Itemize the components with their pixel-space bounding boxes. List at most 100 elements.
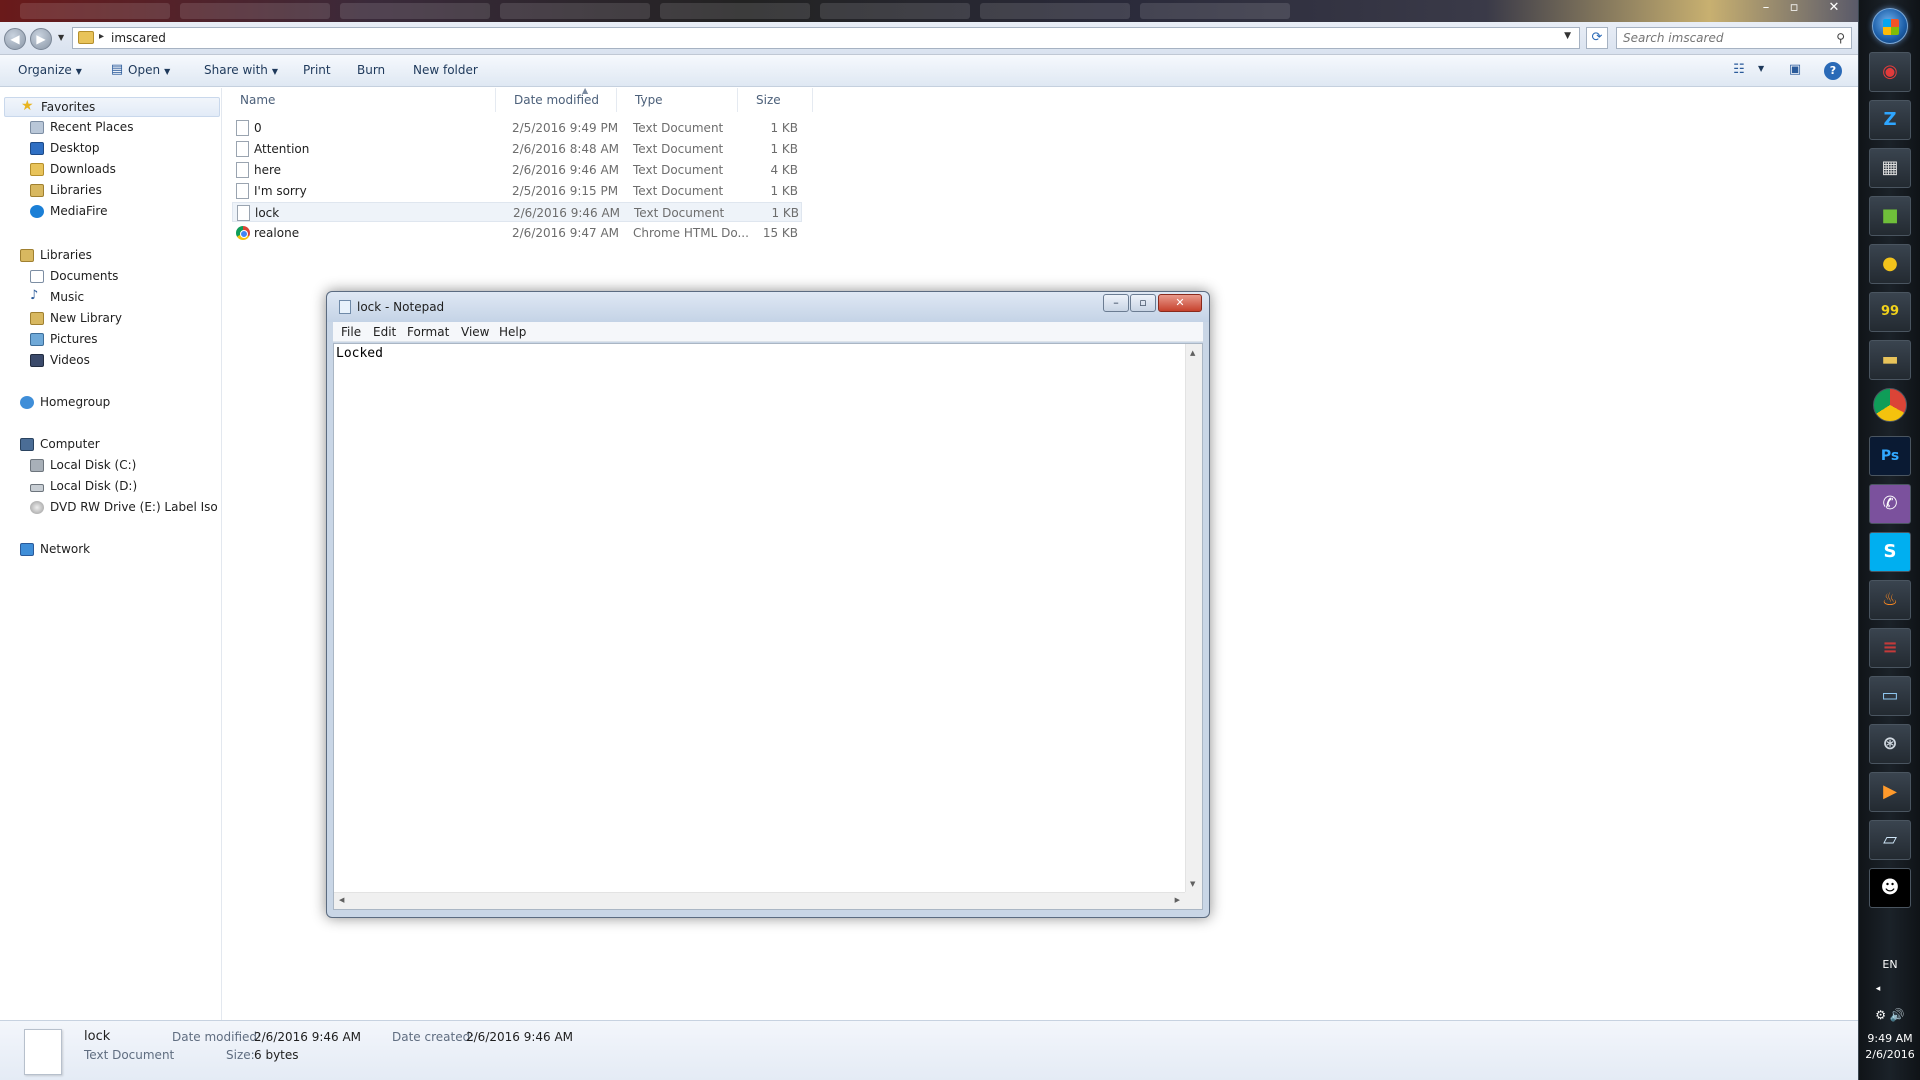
menu-view[interactable]: View bbox=[461, 325, 489, 339]
close-button[interactable]: ✕ bbox=[1158, 294, 1202, 312]
preview-pane-icon[interactable]: ▣ bbox=[1786, 62, 1804, 80]
file-row[interactable]: 0 2/5/2016 9:49 PM Text Document 1 KB bbox=[232, 118, 802, 138]
file-date: 2/6/2016 8:48 AM bbox=[512, 142, 620, 156]
clock-date[interactable]: 2/6/2016 bbox=[1859, 1048, 1920, 1061]
homegroup-icon bbox=[20, 396, 34, 409]
notepad-text-area[interactable]: Locked ▲ ▼ ◀ ▶ bbox=[333, 343, 1203, 910]
chevron-down-icon[interactable]: ▼ bbox=[1758, 64, 1764, 73]
chrome-icon[interactable] bbox=[1873, 388, 1907, 422]
forward-button[interactable]: ▶ bbox=[30, 28, 52, 50]
refresh-button[interactable]: ⟳ bbox=[1586, 27, 1608, 49]
minimize-icon[interactable]: – bbox=[1752, 0, 1780, 16]
minecraft-icon[interactable]: ■ bbox=[1869, 196, 1911, 236]
blurred-tab[interactable] bbox=[820, 3, 970, 19]
view-options-icon[interactable]: ☷ bbox=[1730, 62, 1748, 80]
address-bar[interactable]: ▸ imscared ▼ bbox=[72, 27, 1580, 49]
file-row[interactable]: here 2/6/2016 9:46 AM Text Document 4 KB bbox=[232, 160, 802, 180]
blurred-tab[interactable] bbox=[1140, 3, 1290, 19]
column-header-date[interactable]: Date modified bbox=[496, 88, 617, 112]
nav-item-label: MediaFire bbox=[50, 204, 108, 218]
language-indicator[interactable]: EN bbox=[1859, 958, 1920, 971]
skull-icon[interactable]: ☻ bbox=[1869, 868, 1911, 908]
file-explorer-icon[interactable]: ▬ bbox=[1869, 340, 1911, 380]
close-icon[interactable]: ✕ bbox=[1820, 0, 1848, 16]
folder-99-icon[interactable]: 99 bbox=[1869, 292, 1911, 332]
back-button[interactable]: ◀ bbox=[4, 28, 26, 50]
breadcrumb-arrow-icon[interactable]: ▸ bbox=[99, 31, 104, 42]
menu-edit[interactable]: Edit bbox=[373, 325, 396, 339]
column-header-type[interactable]: Type bbox=[617, 88, 738, 112]
scroll-right-icon[interactable]: ▶ bbox=[1175, 896, 1180, 904]
blurred-tab[interactable] bbox=[20, 3, 170, 19]
blurred-tab[interactable] bbox=[180, 3, 330, 19]
notepad-title-bar[interactable]: lock - Notepad – ▫ ✕ bbox=[327, 292, 1209, 322]
notepad-icon[interactable]: ▱ bbox=[1869, 820, 1911, 860]
file-row[interactable]: I'm sorry 2/5/2016 9:15 PM Text Document… bbox=[232, 181, 802, 201]
maximize-button[interactable]: ▫ bbox=[1130, 294, 1156, 312]
search-icon[interactable]: ⚲ bbox=[1836, 31, 1845, 45]
steam-icon[interactable]: ⊛ bbox=[1869, 724, 1911, 764]
file-row[interactable]: Attention 2/6/2016 8:48 AM Text Document… bbox=[232, 139, 802, 159]
skype-icon[interactable]: S bbox=[1869, 532, 1911, 572]
resize-grip[interactable] bbox=[1185, 892, 1202, 909]
search-box[interactable]: ⚲ bbox=[1616, 27, 1852, 49]
print-button[interactable]: Print bbox=[303, 63, 331, 77]
address-dropdown-icon[interactable]: ▼ bbox=[1564, 31, 1571, 41]
tray-expand-icon[interactable]: ◂ bbox=[1847, 984, 1909, 994]
pacman-icon[interactable]: ● bbox=[1869, 244, 1911, 284]
column-header-name[interactable]: Name bbox=[222, 88, 496, 112]
column-header-label: Type bbox=[635, 93, 663, 107]
file-row-selected[interactable]: lock 2/6/2016 9:46 AM Text Document 1 KB bbox=[232, 202, 802, 222]
breadcrumb-imscared[interactable]: imscared bbox=[111, 31, 166, 45]
search-input[interactable] bbox=[1617, 28, 1817, 48]
nav-favorites[interactable]: ★ Favorites bbox=[4, 97, 220, 117]
photo-viewer-icon[interactable]: ▭ bbox=[1869, 676, 1911, 716]
organize-button[interactable]: Organize ▼ bbox=[18, 63, 82, 77]
scroll-left-icon[interactable]: ◀ bbox=[339, 896, 344, 904]
text-file-icon bbox=[237, 205, 250, 221]
open-file-icon: ▤ bbox=[110, 62, 124, 77]
film-icon[interactable]: ▦ bbox=[1869, 148, 1911, 188]
recent-pages-dropdown[interactable]: ▼ bbox=[58, 33, 64, 42]
ie-icon[interactable]: ◉ bbox=[1869, 52, 1911, 92]
notepad-content[interactable]: Locked bbox=[336, 346, 383, 361]
clock-time[interactable]: 9:49 AM bbox=[1859, 1032, 1920, 1045]
maximize-icon[interactable]: ▫ bbox=[1780, 0, 1808, 16]
media-player-icon[interactable]: ▶ bbox=[1869, 772, 1911, 812]
winrar-icon[interactable]: ≡ bbox=[1869, 628, 1911, 668]
blurred-tab[interactable] bbox=[500, 3, 650, 19]
scroll-up-icon[interactable]: ▲ bbox=[1190, 349, 1195, 357]
notepad-menubar: File Edit Format View Help bbox=[333, 322, 1203, 342]
blurred-tab[interactable] bbox=[660, 3, 810, 19]
share-with-button[interactable]: Share with ▼ bbox=[204, 63, 278, 77]
new-folder-button[interactable]: New folder bbox=[413, 63, 478, 77]
details-file-kind: Text Document bbox=[84, 1048, 175, 1062]
blurred-tab[interactable] bbox=[980, 3, 1130, 19]
viber-icon[interactable]: ✆ bbox=[1869, 484, 1911, 524]
libraries-icon bbox=[20, 249, 34, 262]
menu-help[interactable]: Help bbox=[499, 325, 526, 339]
scroll-down-icon[interactable]: ▼ bbox=[1190, 880, 1195, 888]
column-header-size[interactable]: Size bbox=[738, 88, 813, 112]
help-icon[interactable]: ? bbox=[1824, 62, 1842, 80]
menu-file[interactable]: File bbox=[341, 325, 361, 339]
vertical-scrollbar[interactable]: ▲ ▼ bbox=[1185, 344, 1202, 893]
menu-format[interactable]: Format bbox=[407, 325, 449, 339]
blurred-tab[interactable] bbox=[340, 3, 490, 19]
photoshop-icon[interactable]: Ps bbox=[1869, 436, 1911, 476]
file-size: 1 KB bbox=[770, 142, 798, 156]
file-row[interactable]: realone 2/6/2016 9:47 AM Chrome HTML Do.… bbox=[232, 223, 802, 243]
burn-button[interactable]: Burn bbox=[357, 63, 385, 77]
open-button[interactable]: Open ▼ bbox=[128, 63, 170, 77]
horizontal-scrollbar[interactable]: ◀ ▶ bbox=[334, 892, 1185, 909]
minimize-button[interactable]: – bbox=[1103, 294, 1129, 312]
mediafire-icon bbox=[30, 205, 44, 218]
navigation-pane: ★ Favorites Recent Places Desktop Downlo… bbox=[0, 88, 222, 1020]
fire-icon[interactable]: ♨ bbox=[1869, 580, 1911, 620]
text-file-icon bbox=[236, 183, 249, 199]
notepad-title: lock - Notepad bbox=[357, 300, 445, 314]
zwift-icon[interactable]: Z bbox=[1869, 100, 1911, 140]
start-button[interactable] bbox=[1872, 8, 1908, 44]
drive-icon bbox=[30, 459, 44, 472]
tray-icons[interactable]: ⚙ 🔊 bbox=[1859, 1008, 1920, 1022]
